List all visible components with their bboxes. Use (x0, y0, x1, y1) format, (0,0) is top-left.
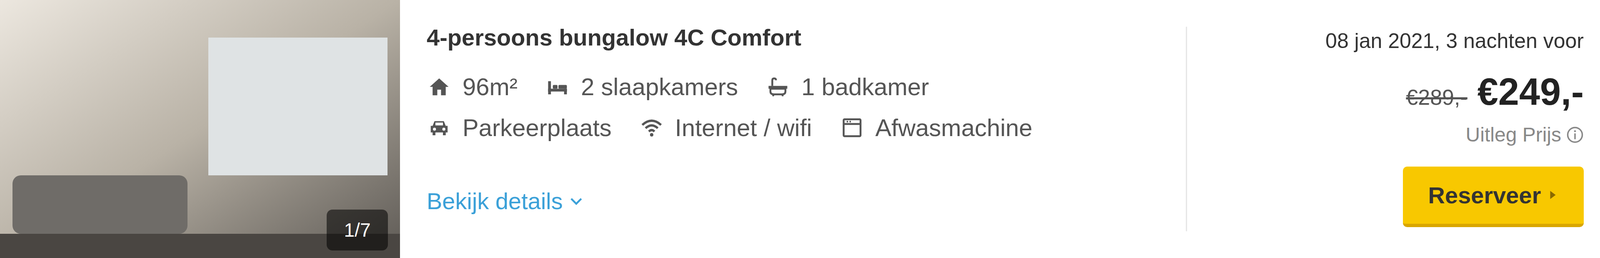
reserve-button[interactable]: Reserveer (1402, 166, 1584, 227)
photo-counter: 1/7 (326, 209, 388, 250)
dishwasher-icon (839, 116, 865, 139)
price-panel: 08 jan 2021, 3 nachten voor €289,- €249,- U… (1187, 0, 1600, 258)
feature-item: Parkeerplaats (426, 112, 612, 143)
arrow-right-icon (1547, 187, 1559, 202)
price-info-link[interactable]: Uitleg Prijs (1465, 122, 1584, 147)
feature-row: Parkeerplaats Internet / wifi Afwasmachine (426, 112, 1186, 143)
stay-date: 08 jan 2021, 3 nachten voor (1325, 28, 1584, 54)
info-icon (1566, 125, 1584, 144)
house-icon (426, 75, 452, 98)
price-row: €289,- €249,- (1405, 69, 1584, 115)
price: €249,- (1477, 69, 1584, 115)
feature-label: 96m² (462, 72, 518, 102)
feature-label: Parkeerplaats (462, 112, 612, 143)
window-area (208, 37, 388, 175)
feature-label: 1 badkamer (801, 72, 929, 102)
listing-photo[interactable]: 1/7 (0, 0, 400, 258)
feature-item: 2 slaapkamers (545, 72, 738, 102)
chevron-down-icon (568, 193, 584, 209)
details-link-label[interactable]: Bekijk details (426, 186, 563, 215)
feature-label: Internet / wifi (675, 112, 813, 143)
feature-label: 2 slaapkamers (580, 72, 738, 102)
feature-item: 1 badkamer (765, 72, 929, 102)
old-price: €289,- (1405, 84, 1468, 110)
car-icon (426, 116, 452, 139)
bed-icon (545, 75, 570, 98)
price-info-label[interactable]: Uitleg Prijs (1465, 122, 1562, 147)
feature-item: Afwasmachine (839, 112, 1033, 143)
reserve-button-label[interactable]: Reserveer (1428, 180, 1542, 209)
wifi-icon (639, 116, 665, 139)
feature-label: Afwasmachine (875, 112, 1033, 143)
listing-title[interactable]: 4-persoons bungalow 4C Comfort (426, 23, 1186, 52)
divider (1185, 26, 1188, 231)
feature-item: Internet / wifi (639, 112, 813, 143)
feature-item: 96m² (426, 72, 518, 102)
details-link[interactable]: Bekijk details (426, 186, 584, 215)
listing-info: 4-persoons bungalow 4C Comfort 96m² 2 slaa… (400, 0, 1186, 258)
feature-row: 96m² 2 slaapkamers 1 badkamer (426, 72, 1186, 102)
listing-card: 1/7 4-persoons bungalow 4C Comfort 96m² 2 … (0, 0, 1600, 258)
sofa (12, 175, 188, 234)
bath-icon (765, 75, 791, 98)
